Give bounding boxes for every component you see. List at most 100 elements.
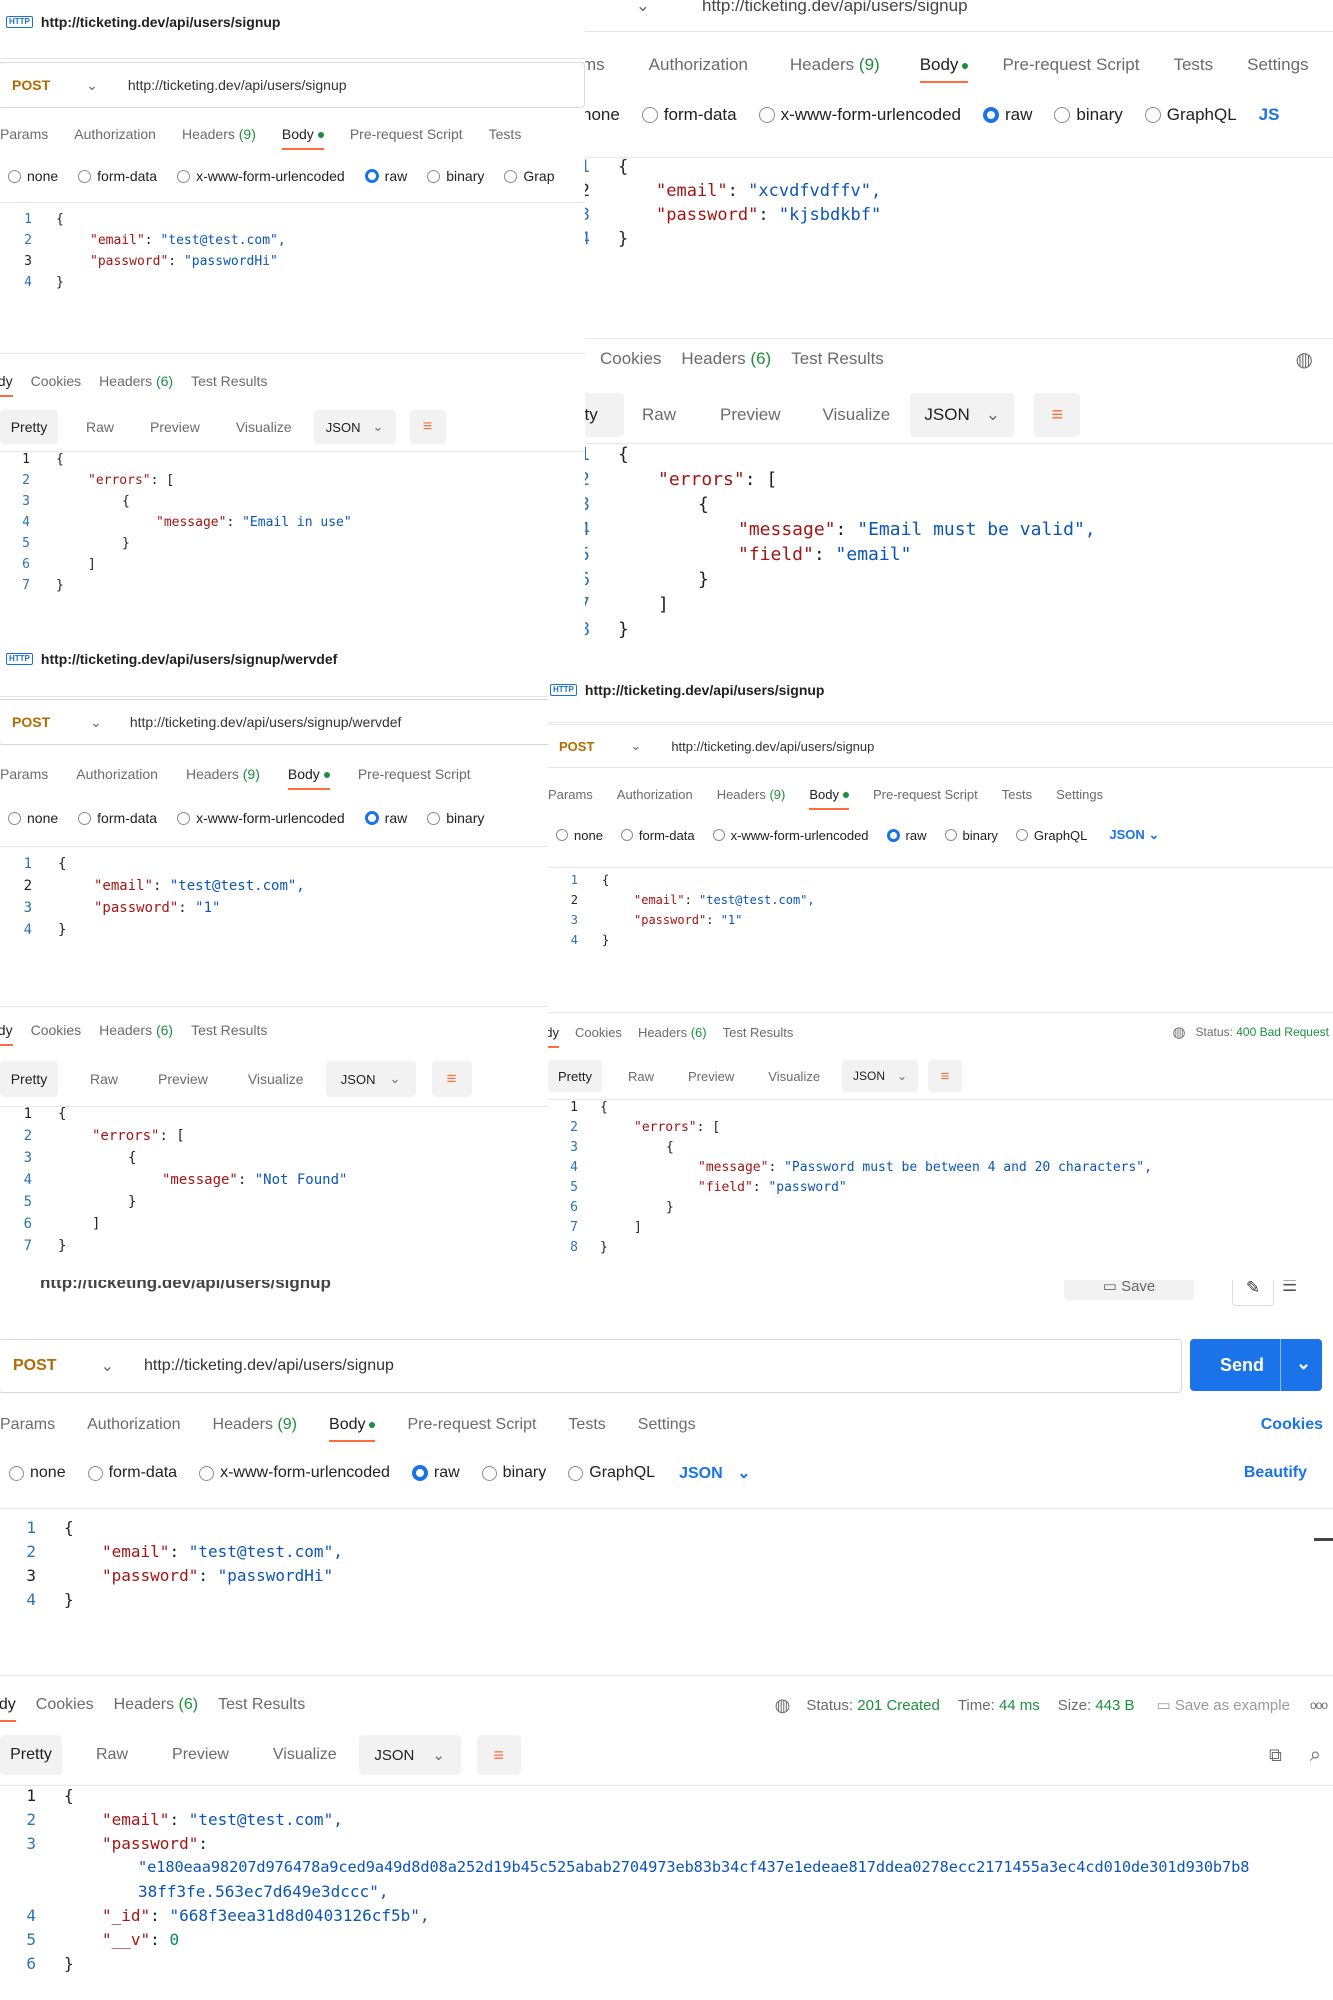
view-pretty[interactable]: Pretty [0, 1735, 62, 1775]
radio-graphql[interactable]: GraphQL [568, 1464, 655, 1482]
tab-settings[interactable]: Settings [1056, 787, 1103, 802]
method-select[interactable]: POST [559, 739, 594, 754]
radio-binary[interactable]: binary [481, 1464, 546, 1482]
response-tab-test-results[interactable]: Test Results [218, 1696, 305, 1714]
view-raw[interactable]: Raw [86, 419, 114, 435]
request-body-editor[interactable]: 1 2 3 4 { "email": "xcvdfvdffv", "passwo… [560, 152, 1333, 262]
globe-icon[interactable]: ◍ [775, 1695, 791, 1716]
response-tab-test-results[interactable]: Test Results [723, 1025, 794, 1040]
response-tab-test-results[interactable]: Test Results [191, 1022, 267, 1038]
tab-prerequest[interactable]: Pre-request Script [350, 126, 463, 142]
radio-none[interactable]: none [582, 105, 620, 125]
format-select[interactable]: JSON ⌄ [842, 1060, 919, 1092]
tab-body[interactable]: Body [281, 126, 324, 150]
chevron-down-icon[interactable]: ⌄ [101, 1356, 114, 1376]
tab-prerequest[interactable]: Pre-request Script [358, 766, 471, 782]
tab-headers[interactable]: Headers (9) [790, 55, 880, 75]
view-preview[interactable]: Preview [172, 1746, 229, 1764]
request-body-editor[interactable]: 1 2 3 4 { "email": "test@test.com", "pas… [0, 1516, 1333, 1616]
view-raw[interactable]: Raw [96, 1746, 128, 1764]
radio-none[interactable]: none [556, 828, 603, 843]
response-tab-cookies[interactable]: Cookies [31, 373, 82, 389]
view-raw[interactable]: Raw [628, 1069, 654, 1084]
response-tab-cookies[interactable]: Cookies [36, 1696, 94, 1714]
chevron-down-icon[interactable]: ⌄ [90, 714, 102, 731]
view-visualize[interactable]: Visualize [768, 1069, 820, 1084]
tab-params[interactable]: ms [582, 55, 605, 75]
view-raw[interactable]: Raw [642, 405, 676, 425]
view-preview[interactable]: Preview [158, 1071, 208, 1087]
radio-binary[interactable]: binary [427, 168, 484, 184]
tab-prerequest[interactable]: Pre-request Script [1002, 55, 1139, 75]
radio-none[interactable]: none [8, 168, 58, 184]
response-tab-cookies[interactable]: Cookies [575, 1025, 622, 1040]
radio-raw[interactable]: raw [364, 810, 407, 826]
edit-icon[interactable]: ✎ [1232, 1280, 1274, 1306]
view-preview[interactable]: Preview [150, 419, 200, 435]
tab-params[interactable]: Params [0, 126, 48, 142]
method-select[interactable]: POST [13, 1357, 57, 1375]
wrap-lines-icon[interactable]: ≡ [928, 1060, 963, 1092]
more-options-icon[interactable]: ooo [1310, 1698, 1328, 1712]
chevron-down-icon[interactable]: ⌄ [86, 77, 98, 94]
radio-urlencoded[interactable]: x-www-form-urlencoded [177, 810, 345, 826]
radio-form-data[interactable]: form-data [78, 810, 157, 826]
view-preview[interactable]: Preview [688, 1069, 734, 1084]
view-preview[interactable]: Preview [720, 405, 780, 425]
radio-urlencoded[interactable]: x-www-form-urlencoded [758, 105, 961, 125]
copy-icon[interactable]: ⧉ [1269, 1745, 1282, 1766]
tab-tests[interactable]: Tests [1002, 787, 1032, 802]
response-tab-body[interactable]: ody [0, 1022, 13, 1046]
view-visualize[interactable]: Visualize [822, 405, 890, 425]
tab-authorization[interactable]: Authorization [617, 787, 693, 802]
response-tab-cookies[interactable]: Cookies [600, 349, 661, 369]
url-input[interactable]: http://ticketing.dev/api/users/signup [671, 739, 874, 754]
tab-settings[interactable]: Settings [1247, 55, 1308, 75]
method-select[interactable]: POST [12, 77, 50, 93]
comment-icon[interactable]: ☰ [1282, 1280, 1297, 1296]
tab-params[interactable]: Params [548, 787, 593, 802]
format-select[interactable]: JSON ⌄ [910, 393, 1015, 437]
view-visualize[interactable]: Visualize [248, 1071, 304, 1087]
radio-graphql[interactable]: Grap [504, 168, 555, 184]
chevron-down-icon[interactable]: ⌄ [630, 738, 641, 754]
tab-authorization[interactable]: Authorization [74, 126, 156, 142]
radio-form-data[interactable]: form-data [641, 105, 737, 125]
radio-none[interactable]: none [8, 810, 58, 826]
radio-urlencoded[interactable]: x-www-form-urlencoded [177, 168, 345, 184]
response-tab-body[interactable]: ody [0, 373, 13, 397]
tab-prerequest[interactable]: Pre-request Script [873, 787, 978, 802]
radio-form-data[interactable]: form-data [620, 828, 695, 843]
request-body-editor[interactable]: 1 2 3 4 { "email": "test@test.com", "pas… [548, 871, 1333, 961]
radio-none[interactable]: none [9, 1464, 66, 1482]
radio-raw[interactable]: raw [886, 828, 927, 843]
json-select[interactable]: JS [1259, 105, 1280, 125]
tab-params[interactable]: Params [0, 766, 48, 782]
response-tab-cookies[interactable]: Cookies [31, 1022, 82, 1038]
response-tab-test-results[interactable]: Test Results [791, 349, 884, 369]
response-tab-body[interactable]: ody [0, 1696, 16, 1722]
tab-body[interactable]: Body [287, 766, 330, 790]
search-icon[interactable]: ⌕ [1310, 1744, 1321, 1767]
globe-icon[interactable]: ◍ [1296, 347, 1313, 372]
request-body-editor[interactable]: 1 2 3 4 { "email": "test@test.com", "pas… [0, 854, 548, 944]
save-button[interactable]: ▭ Save [1064, 1280, 1194, 1300]
tab-tests[interactable]: Tests [489, 126, 522, 142]
tab-prerequest[interactable]: Pre-request Script [407, 1416, 536, 1434]
radio-binary[interactable]: binary [1054, 105, 1123, 125]
radio-raw[interactable]: raw [983, 105, 1032, 125]
wrap-lines-icon[interactable]: ≡ [431, 1061, 472, 1097]
scroll-indicator[interactable] [1314, 1538, 1333, 1541]
response-tab-headers[interactable]: Headers (6) [681, 349, 771, 369]
radio-urlencoded[interactable]: x-www-form-urlencoded [712, 828, 869, 843]
wrap-lines-icon[interactable]: ≡ [476, 1735, 521, 1775]
radio-urlencoded[interactable]: x-www-form-urlencoded [199, 1464, 390, 1482]
wrap-lines-icon[interactable]: ≡ [409, 410, 446, 444]
tab-settings[interactable]: Settings [638, 1416, 696, 1434]
tab-authorization[interactable]: Authorization [87, 1416, 180, 1434]
view-visualize[interactable]: Visualize [236, 419, 292, 435]
save-as-example-button[interactable]: ▭ Save as example [1157, 1696, 1290, 1714]
tab-authorization[interactable]: Authorization [76, 766, 158, 782]
format-select[interactable]: JSON ⌄ [358, 1735, 461, 1775]
radio-binary[interactable]: binary [944, 828, 998, 843]
